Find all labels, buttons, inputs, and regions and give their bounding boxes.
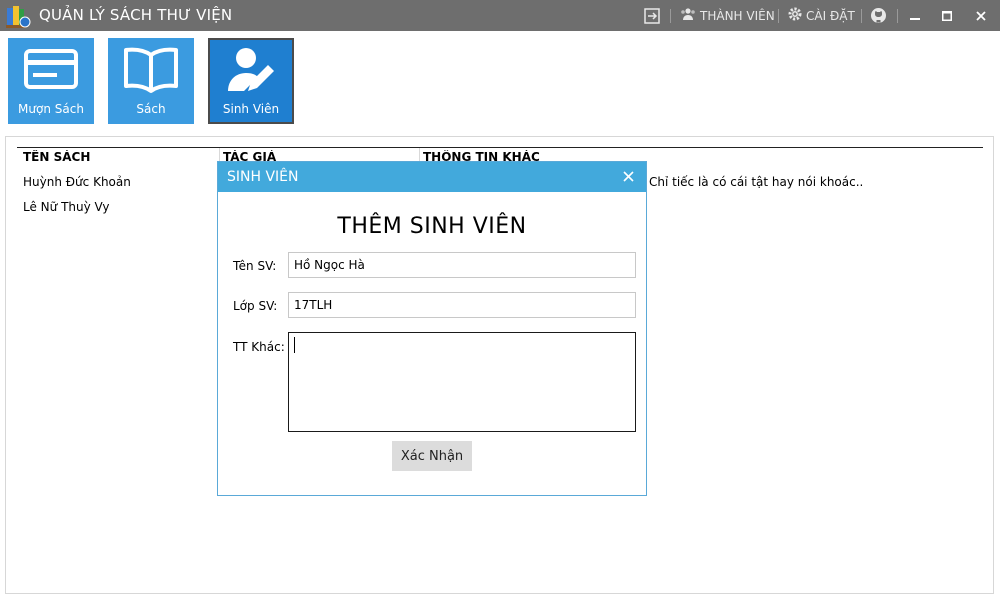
maximize-icon <box>942 6 952 25</box>
window-titlebar: QUẢN LÝ SÁCH THƯ VIỆN THÀNH VIÊN CÀI ĐẶT <box>0 0 1000 31</box>
dialog-titlebar: SINH VIÊN <box>218 162 646 192</box>
minimize-button[interactable] <box>900 0 930 31</box>
books-logo-icon <box>4 3 32 29</box>
toolbar-divider <box>670 9 671 23</box>
tile-label: Mượn Sách <box>18 102 84 116</box>
close-icon <box>622 167 634 186</box>
github-icon[interactable] <box>870 0 887 31</box>
dialog-heading: THÊM SINH VIÊN <box>337 214 527 239</box>
tile-label: Sách <box>136 102 166 116</box>
app-title: QUẢN LÝ SÁCH THƯ VIỆN <box>39 6 233 24</box>
table-row-name[interactable]: Huỳnh Đức Khoản <box>23 175 131 189</box>
settings-label: CÀI ĐẶT <box>806 8 855 23</box>
open-book-icon <box>108 45 194 97</box>
table-row-info[interactable]: Chỉ tiếc là có cái tật hay nói khoác.. <box>649 175 863 189</box>
logout-icon[interactable] <box>644 0 662 31</box>
toolbar-divider <box>778 9 779 23</box>
student-class-input[interactable] <box>288 292 636 318</box>
dialog-title: SINH VIÊN <box>227 169 299 185</box>
minimize-icon <box>910 6 920 25</box>
other-info-label: TT Khác: <box>233 340 285 354</box>
close-icon <box>976 6 986 25</box>
tile-students[interactable]: Sinh Viên <box>208 38 294 124</box>
card-icon <box>8 45 94 97</box>
student-name-label: Tên SV: <box>233 259 277 273</box>
student-name-input[interactable] <box>288 252 636 278</box>
members-label: THÀNH VIÊN <box>700 8 775 23</box>
gear-icon <box>787 6 803 25</box>
maximize-button[interactable] <box>932 0 962 31</box>
users-icon <box>680 8 696 23</box>
toolbar-divider <box>861 9 862 23</box>
table-row-name[interactable]: Lê Nữ Thuỳ Vy <box>23 200 110 214</box>
tile-borrow-books[interactable]: Mượn Sách <box>8 38 94 124</box>
student-edit-icon <box>210 45 292 97</box>
settings-button[interactable]: CÀI ĐẶT <box>787 0 855 31</box>
text-caret <box>294 337 295 353</box>
student-class-label: Lớp SV: <box>233 299 278 313</box>
confirm-button[interactable]: Xác Nhận <box>392 441 472 471</box>
other-info-textarea[interactable] <box>288 332 636 432</box>
toolbar-divider <box>897 9 898 23</box>
close-button[interactable] <box>966 0 996 31</box>
tile-label: Sinh Viên <box>222 102 280 116</box>
add-student-dialog: SINH VIÊN THÊM SINH VIÊN Tên SV: Lớp SV:… <box>217 161 647 496</box>
column-header-book-title[interactable]: TÊN SÁCH <box>23 150 213 166</box>
dialog-close-button[interactable] <box>618 166 638 186</box>
grid-border <box>17 147 983 148</box>
tile-books[interactable]: Sách <box>108 38 194 124</box>
members-button[interactable]: THÀNH VIÊN <box>680 0 775 31</box>
